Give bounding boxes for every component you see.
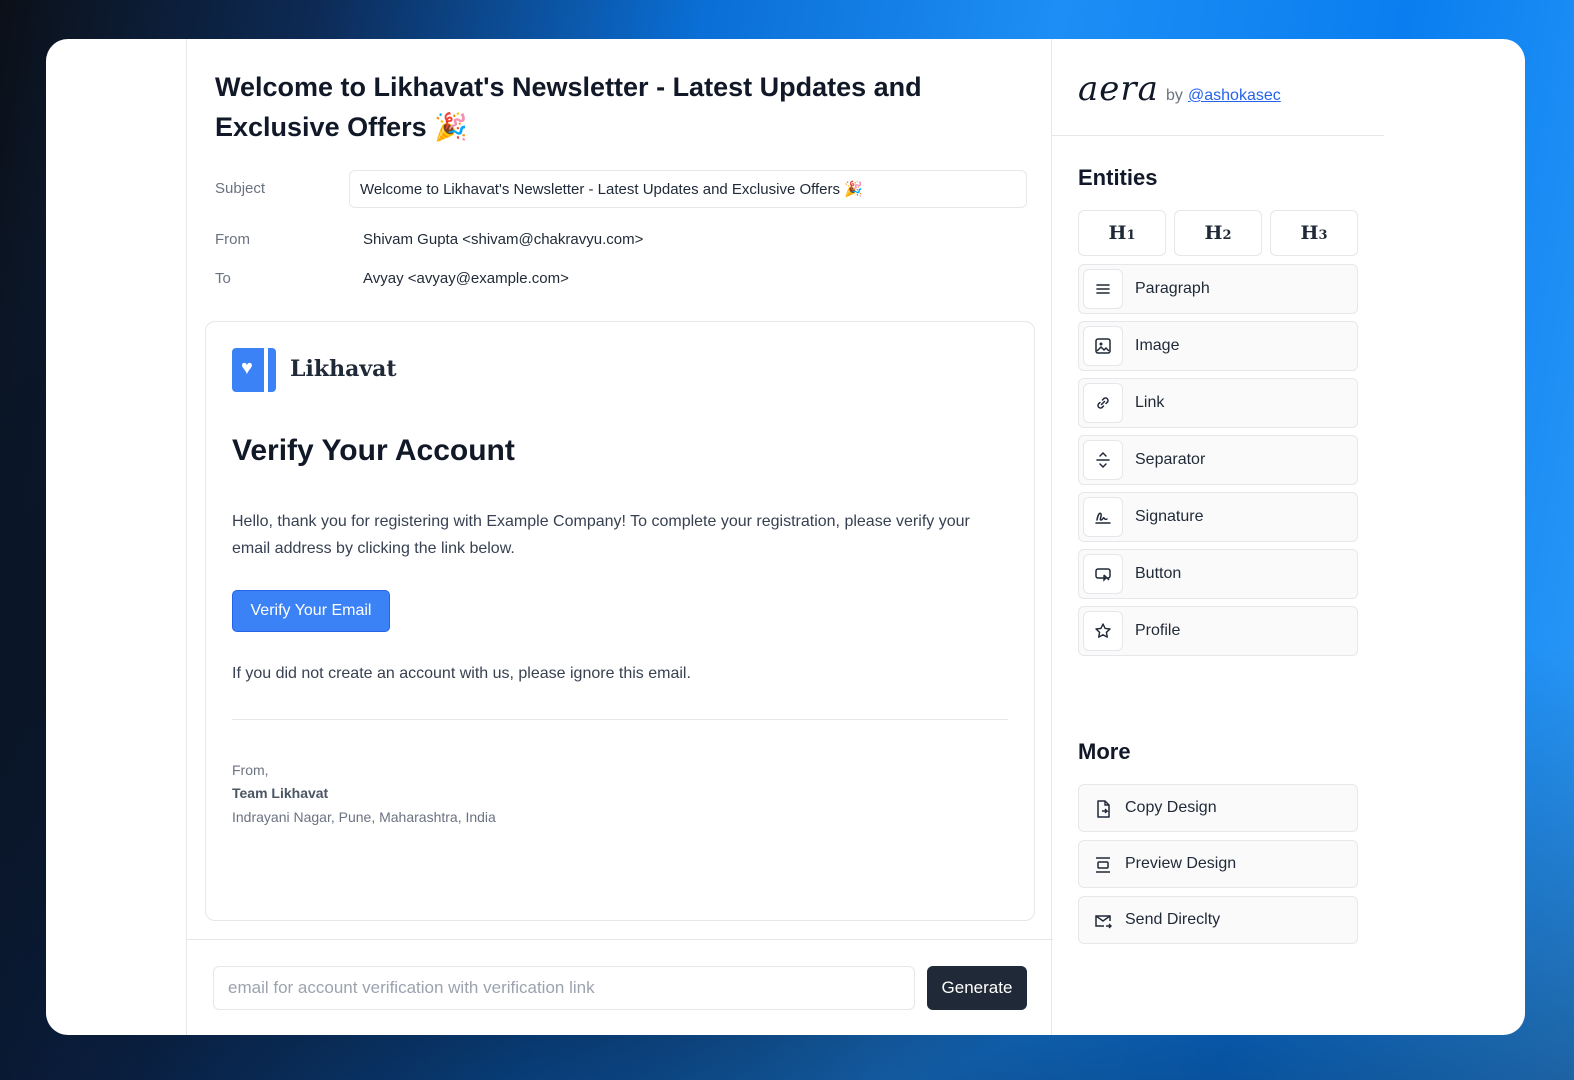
generate-button[interactable]: Generate <box>927 966 1027 1010</box>
editor-panel: Welcome to Likhavat's Newsletter - Lates… <box>186 39 1053 1035</box>
image-icon <box>1083 326 1123 366</box>
from-value: Shivam Gupta <shivam@chakravyu.com> <box>363 231 644 248</box>
entity-separator[interactable]: Separator <box>1078 435 1358 485</box>
app-window: Welcome to Likhavat's Newsletter - Lates… <box>46 39 1525 1035</box>
send-directly-button[interactable]: Send Direclty <box>1078 896 1358 944</box>
paragraph-icon <box>1083 269 1123 309</box>
from-label: From <box>215 231 250 248</box>
entity-label: Button <box>1135 565 1182 582</box>
entities-title: Entities <box>1078 165 1158 190</box>
email-ignore-paragraph[interactable]: If you did not create an account with us… <box>232 665 691 683</box>
entity-signature[interactable]: Signature <box>1078 492 1358 542</box>
entity-label: Link <box>1135 394 1165 411</box>
copy-design-button[interactable]: Copy Design <box>1078 784 1358 832</box>
h1-button[interactable]: H1 <box>1078 210 1166 256</box>
entity-button[interactable]: Button <box>1078 549 1358 599</box>
email-preview: ♥ Likhavat Verify Your Account Hello, th… <box>205 321 1035 921</box>
entity-paragraph[interactable]: Paragraph <box>1078 264 1358 314</box>
email-separator <box>232 719 1008 720</box>
by-text: by <box>1166 87 1183 104</box>
entity-label: Paragraph <box>1135 280 1210 297</box>
email-paragraph[interactable]: Hello, thank you for registering with Ex… <box>232 508 1002 562</box>
link-icon <box>1083 383 1123 423</box>
more-label: Copy Design <box>1125 799 1217 816</box>
entity-profile[interactable]: Profile <box>1078 606 1358 656</box>
brand-name: Likhavat <box>290 356 397 382</box>
subject-label: Subject <box>215 180 266 197</box>
sidebar-header: aera by @ashokasec <box>1052 39 1384 136</box>
to-value: Avyay <avyay@example.com> <box>363 270 569 287</box>
entity-image[interactable]: Image <box>1078 321 1358 371</box>
likhavat-logo-icon: ♥ <box>232 348 276 392</box>
author-link[interactable]: @ashokasec <box>1188 87 1281 105</box>
page-title: Welcome to Likhavat's Newsletter - Lates… <box>215 72 922 142</box>
prompt-input[interactable] <box>213 966 915 1010</box>
h2-button[interactable]: H2 <box>1174 210 1262 256</box>
more-label: Preview Design <box>1125 855 1237 872</box>
entity-label: Image <box>1135 337 1180 354</box>
entity-label: Signature <box>1135 508 1204 525</box>
entity-label: Profile <box>1135 622 1181 639</box>
signature-signoff: From, <box>232 762 269 778</box>
preview-design-button[interactable]: Preview Design <box>1078 840 1358 888</box>
signature-team: Team Likhavat <box>232 785 329 801</box>
h3-button[interactable]: H3 <box>1270 210 1358 256</box>
entity-label: Separator <box>1135 451 1206 468</box>
verify-email-button[interactable]: Verify Your Email <box>232 590 390 632</box>
signature-address: Indrayani Nagar, Pune, Maharashtra, Indi… <box>232 809 496 825</box>
to-label: To <box>215 270 231 287</box>
button-icon <box>1083 554 1123 594</box>
copy-icon <box>1093 799 1113 819</box>
more-title: More <box>1078 739 1131 764</box>
aera-logo: aera <box>1078 69 1159 109</box>
subject-input[interactable] <box>349 170 1027 208</box>
entity-link[interactable]: Link <box>1078 378 1358 428</box>
sidebar: aera by @ashokasec Entities H1 H2 H3 Par… <box>1052 39 1384 1035</box>
more-label: Send Direclty <box>1125 911 1221 928</box>
prompt-bar: Generate <box>187 939 1053 1035</box>
email-heading[interactable]: Verify Your Account <box>232 434 515 468</box>
signature-icon <box>1083 497 1123 537</box>
preview-icon <box>1093 855 1113 875</box>
star-icon <box>1083 611 1123 651</box>
separator-icon <box>1083 440 1123 480</box>
send-mail-icon <box>1093 911 1113 931</box>
